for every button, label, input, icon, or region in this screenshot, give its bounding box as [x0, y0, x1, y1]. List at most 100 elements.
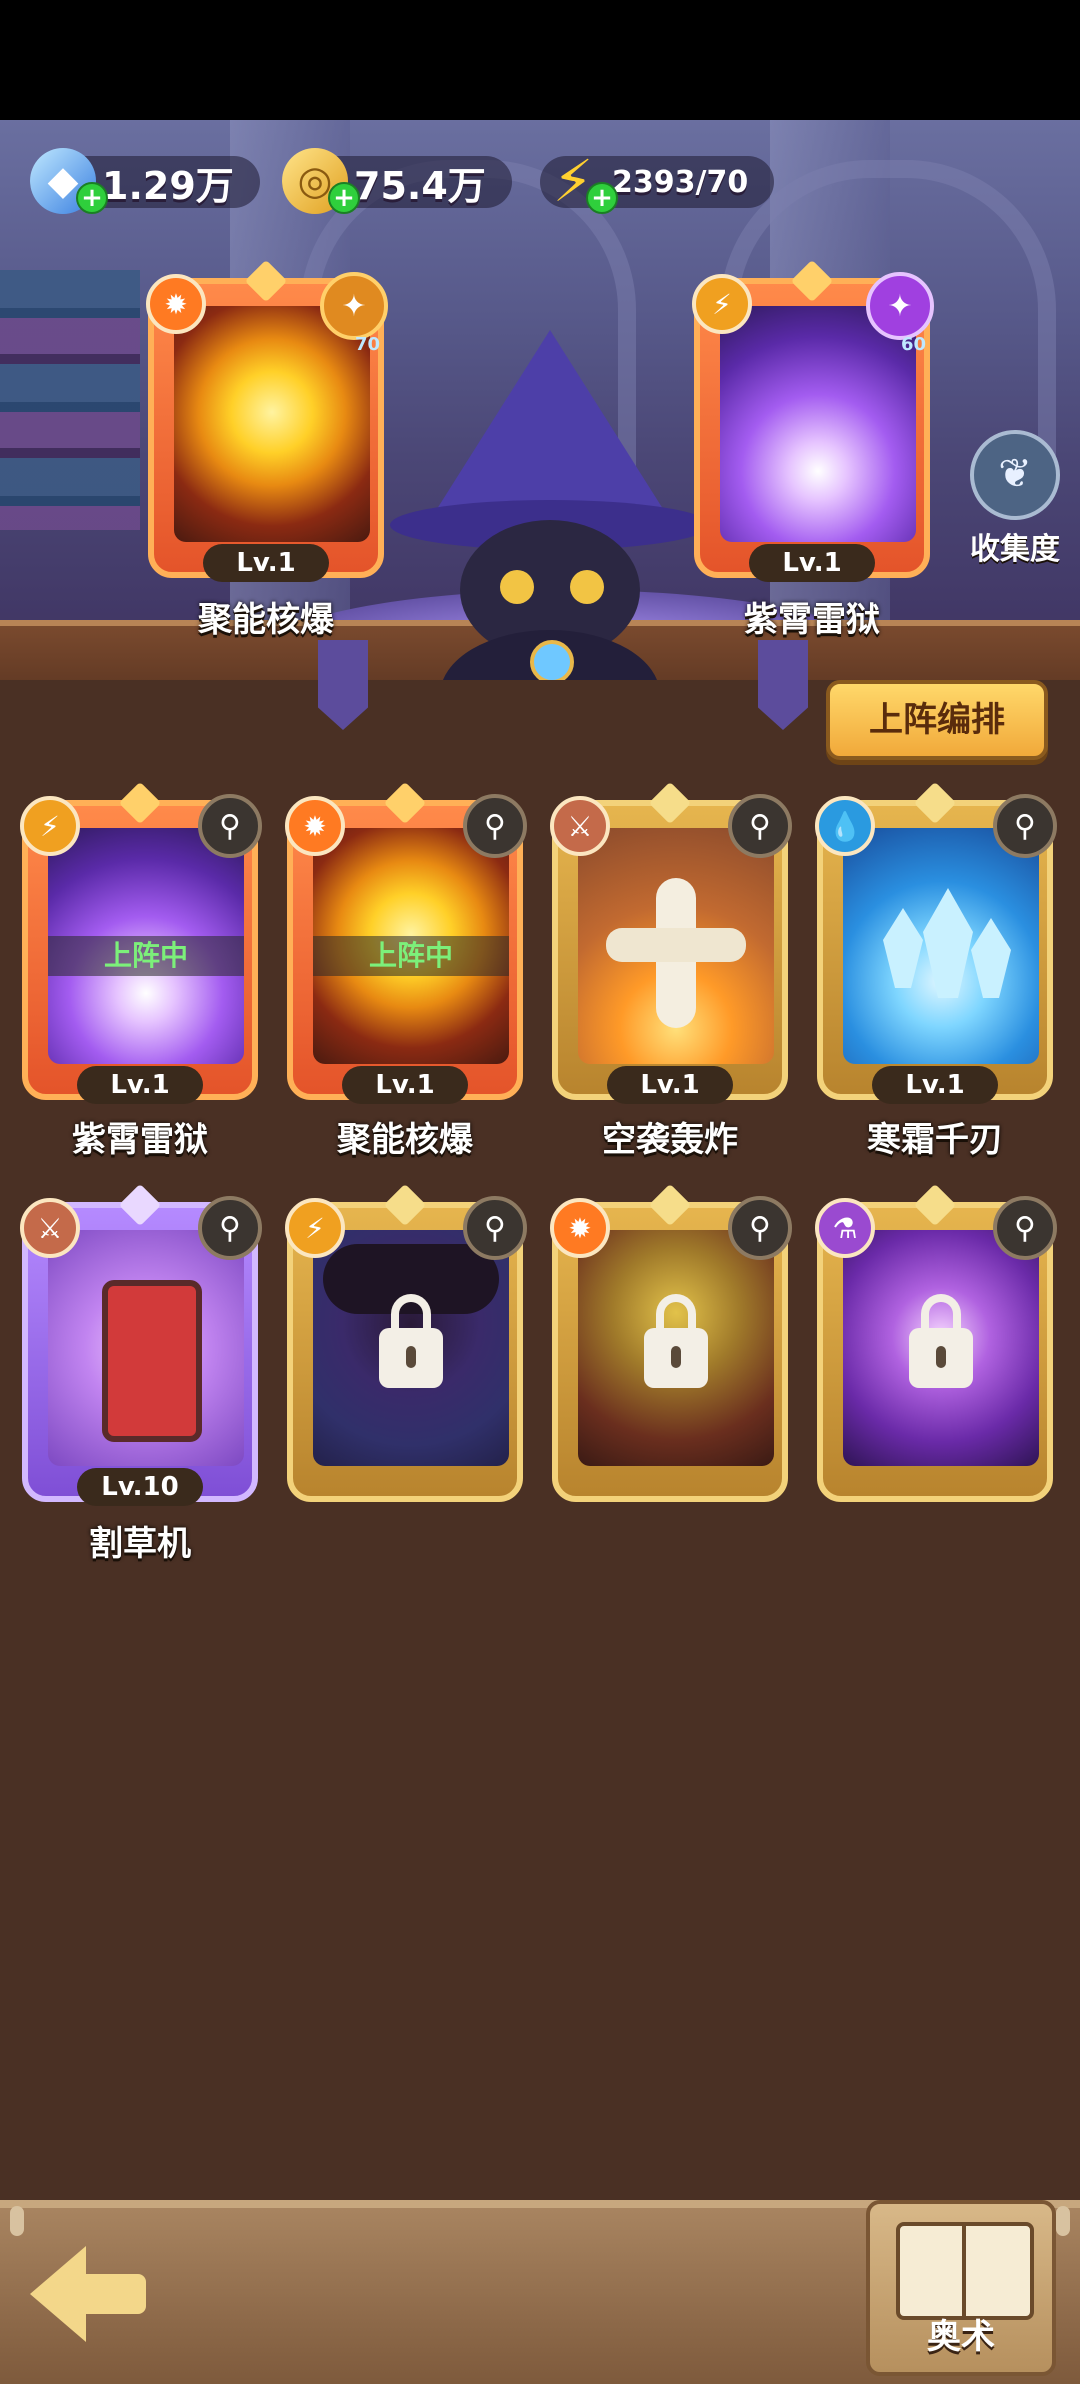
magnifier-icon[interactable]: ⚲	[728, 1196, 792, 1260]
skill-card-locked[interactable]: ⚡ ⚲	[285, 1183, 527, 1502]
fusion-blast-art: 上阵中	[313, 828, 509, 1064]
purple-thunder-art	[720, 306, 916, 542]
fire-tornado-art	[578, 1230, 774, 1466]
energy-resource[interactable]: ⚡ + 2393/70	[540, 147, 775, 215]
card-level: Lv.1	[872, 1066, 998, 1104]
card-name: 紫霄雷狱	[72, 1120, 208, 1160]
fusion-blast-art	[174, 306, 370, 542]
equipped-name: 聚能核爆	[198, 600, 334, 640]
sword-element-icon: ⚔	[550, 796, 610, 856]
ice-crystal	[923, 888, 973, 998]
purple-thunder-art: 上阵中	[48, 828, 244, 1064]
lock-icon	[379, 1294, 443, 1388]
wizard-hat	[430, 330, 670, 520]
lock-icon	[644, 1294, 708, 1388]
arcane-label: 奥术	[927, 2317, 995, 2357]
magnifier-icon[interactable]: ⚲	[463, 794, 527, 858]
card-crown	[648, 1183, 692, 1227]
skill-card[interactable]: ⚔ ⚲ Lv.1	[550, 781, 792, 1104]
card-crown	[913, 1183, 957, 1227]
magnifier-icon[interactable]: ⚲	[463, 1196, 527, 1260]
air-strike-art	[578, 828, 774, 1064]
storm-cloud-art	[313, 1230, 509, 1466]
card-name: 割草机	[89, 1524, 191, 1564]
add-energy-icon[interactable]: +	[586, 182, 618, 214]
skill-card[interactable]: 💧 ⚲ Lv.1	[815, 781, 1057, 1104]
card-level: Lv.1	[342, 1066, 468, 1104]
skill-card-locked[interactable]: ⚗ ⚲	[815, 1183, 1057, 1502]
gold-resource[interactable]: ◎ + 75.4万	[282, 148, 512, 214]
cat-eye	[570, 570, 604, 604]
card-crown	[118, 781, 162, 825]
formation-button[interactable]: 上阵编排	[826, 680, 1048, 760]
cat-eye	[500, 570, 534, 604]
fire-element-icon: ✹	[285, 796, 345, 856]
card-level: Lv.10	[77, 1468, 203, 1506]
poison-splash-art	[843, 1230, 1039, 1466]
wizard-cat	[390, 330, 710, 680]
mower-vehicle	[102, 1280, 202, 1442]
back-button[interactable]	[30, 2246, 146, 2342]
card-level: Lv.1	[749, 544, 875, 582]
gold-amount: 75.4万	[354, 163, 486, 208]
back-arrow-stem	[78, 2274, 146, 2314]
frost-blades-art	[843, 828, 1039, 1064]
status-bar	[0, 0, 1080, 120]
lightning-element-icon: ⚡	[285, 1198, 345, 1258]
add-gold-icon[interactable]: +	[328, 182, 360, 214]
add-diamond-icon[interactable]: +	[76, 182, 108, 214]
lawn-mower-art	[48, 1230, 244, 1466]
equipped-name: 紫霄雷狱	[744, 600, 880, 640]
slot-banner	[758, 640, 808, 730]
slot-banner	[318, 640, 368, 730]
potion-element-icon: ⚗	[815, 1198, 875, 1258]
card-crown	[118, 1183, 162, 1227]
ice-crystal	[971, 918, 1011, 998]
card-crown	[913, 781, 957, 825]
lock-icon	[909, 1294, 973, 1388]
magnifier-icon[interactable]: ⚲	[198, 794, 262, 858]
skill-card[interactable]: 上阵中 ✹ ⚲ Lv.1	[285, 781, 527, 1104]
power-value: 70	[354, 334, 380, 355]
magnifier-icon[interactable]: ⚲	[198, 1196, 262, 1260]
book-icon: ❦	[970, 430, 1060, 520]
plane-wing	[606, 928, 746, 962]
sword-element-icon: ⚔	[20, 1198, 80, 1258]
bar-end-cap	[1056, 2206, 1070, 2236]
card-level: Lv.1	[607, 1066, 733, 1104]
skill-card[interactable]: 上阵中 ⚡ ⚲ Lv.1	[20, 781, 262, 1104]
deployed-tag: 上阵中	[313, 936, 509, 976]
card-name: 寒霜千刃	[867, 1120, 1003, 1160]
equipped-slot-1[interactable]: ✹ ✦ 70 Lv.1	[146, 259, 388, 582]
lightning-element-icon: ⚡	[20, 796, 80, 856]
magnifier-icon[interactable]: ⚲	[728, 794, 792, 858]
card-level: Lv.1	[77, 1066, 203, 1104]
skill-card-locked[interactable]: ✹ ⚲	[550, 1183, 792, 1502]
diamond-amount: 1.29万	[102, 163, 234, 208]
collection-button[interactable]: ❦ 收集度	[960, 430, 1070, 568]
upgrade-badge-icon: ✦	[866, 272, 934, 340]
card-level: Lv.1	[203, 544, 329, 582]
bar-end-cap	[10, 2206, 24, 2236]
skill-card[interactable]: ⚔ ⚲ Lv.10	[20, 1183, 262, 1506]
fire-element-icon: ✹	[550, 1198, 610, 1258]
equipped-slot-2[interactable]: ⚡ ✦ 60 Lv.1	[692, 259, 934, 582]
water-drop-element-icon: 💧	[815, 796, 875, 856]
card-crown	[383, 781, 427, 825]
open-book-icon	[896, 2222, 1034, 2320]
deployed-tag: 上阵中	[48, 936, 244, 976]
card-crown	[383, 1183, 427, 1227]
upgrade-badge-icon: ✦	[320, 272, 388, 340]
collection-label: 收集度	[970, 532, 1060, 567]
magnifier-icon[interactable]: ⚲	[993, 794, 1057, 858]
power-value: 60	[900, 334, 926, 355]
diamond-resource[interactable]: ◆ + 1.29万	[30, 148, 260, 214]
magnifier-icon[interactable]: ⚲	[993, 1196, 1057, 1260]
card-name: 聚能核爆	[337, 1120, 473, 1160]
card-crown	[648, 781, 692, 825]
bookshelf	[0, 270, 140, 530]
arcane-tab[interactable]: 奥术	[866, 2200, 1056, 2376]
orb-gem	[530, 640, 574, 680]
ice-crystal	[883, 908, 923, 988]
energy-amount: 2393/70	[612, 164, 749, 200]
